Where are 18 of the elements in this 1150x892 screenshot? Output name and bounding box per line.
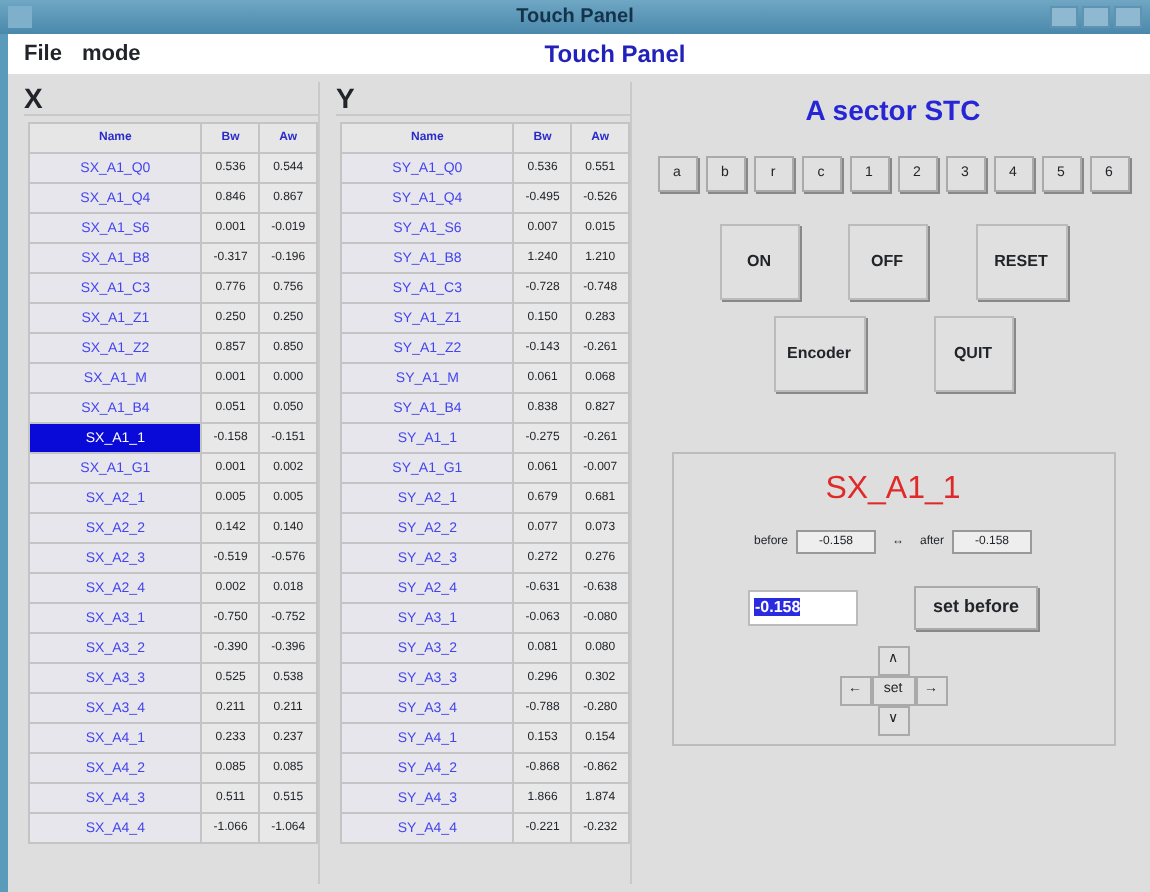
editor-title: SX_A1_1 <box>825 470 961 510</box>
minimize-button[interactable] <box>1050 6 1078 28</box>
menu-item[interactable]: File <box>24 37 62 71</box>
action-button[interactable]: Encoder <box>773 316 865 392</box>
value-input[interactable]: -0.158 <box>748 589 859 626</box>
window-title: Touch Panel <box>516 4 634 32</box>
pane-label: X <box>24 82 318 116</box>
set-before-button[interactable]: set before <box>914 586 1037 629</box>
panel-title: A sector STC <box>805 92 981 130</box>
action-button[interactable]: QUIT <box>933 316 1013 392</box>
header-title: Touch Panel <box>544 38 686 72</box>
maximize-button[interactable] <box>1082 6 1110 28</box>
action-button[interactable]: RESET <box>975 224 1067 300</box>
close-button[interactable] <box>1114 6 1142 28</box>
action-button[interactable]: ON <box>719 224 799 300</box>
action-button[interactable]: OFF <box>847 224 927 300</box>
menu-item[interactable]: mode <box>81 37 141 71</box>
pane-label: Y <box>336 82 630 116</box>
